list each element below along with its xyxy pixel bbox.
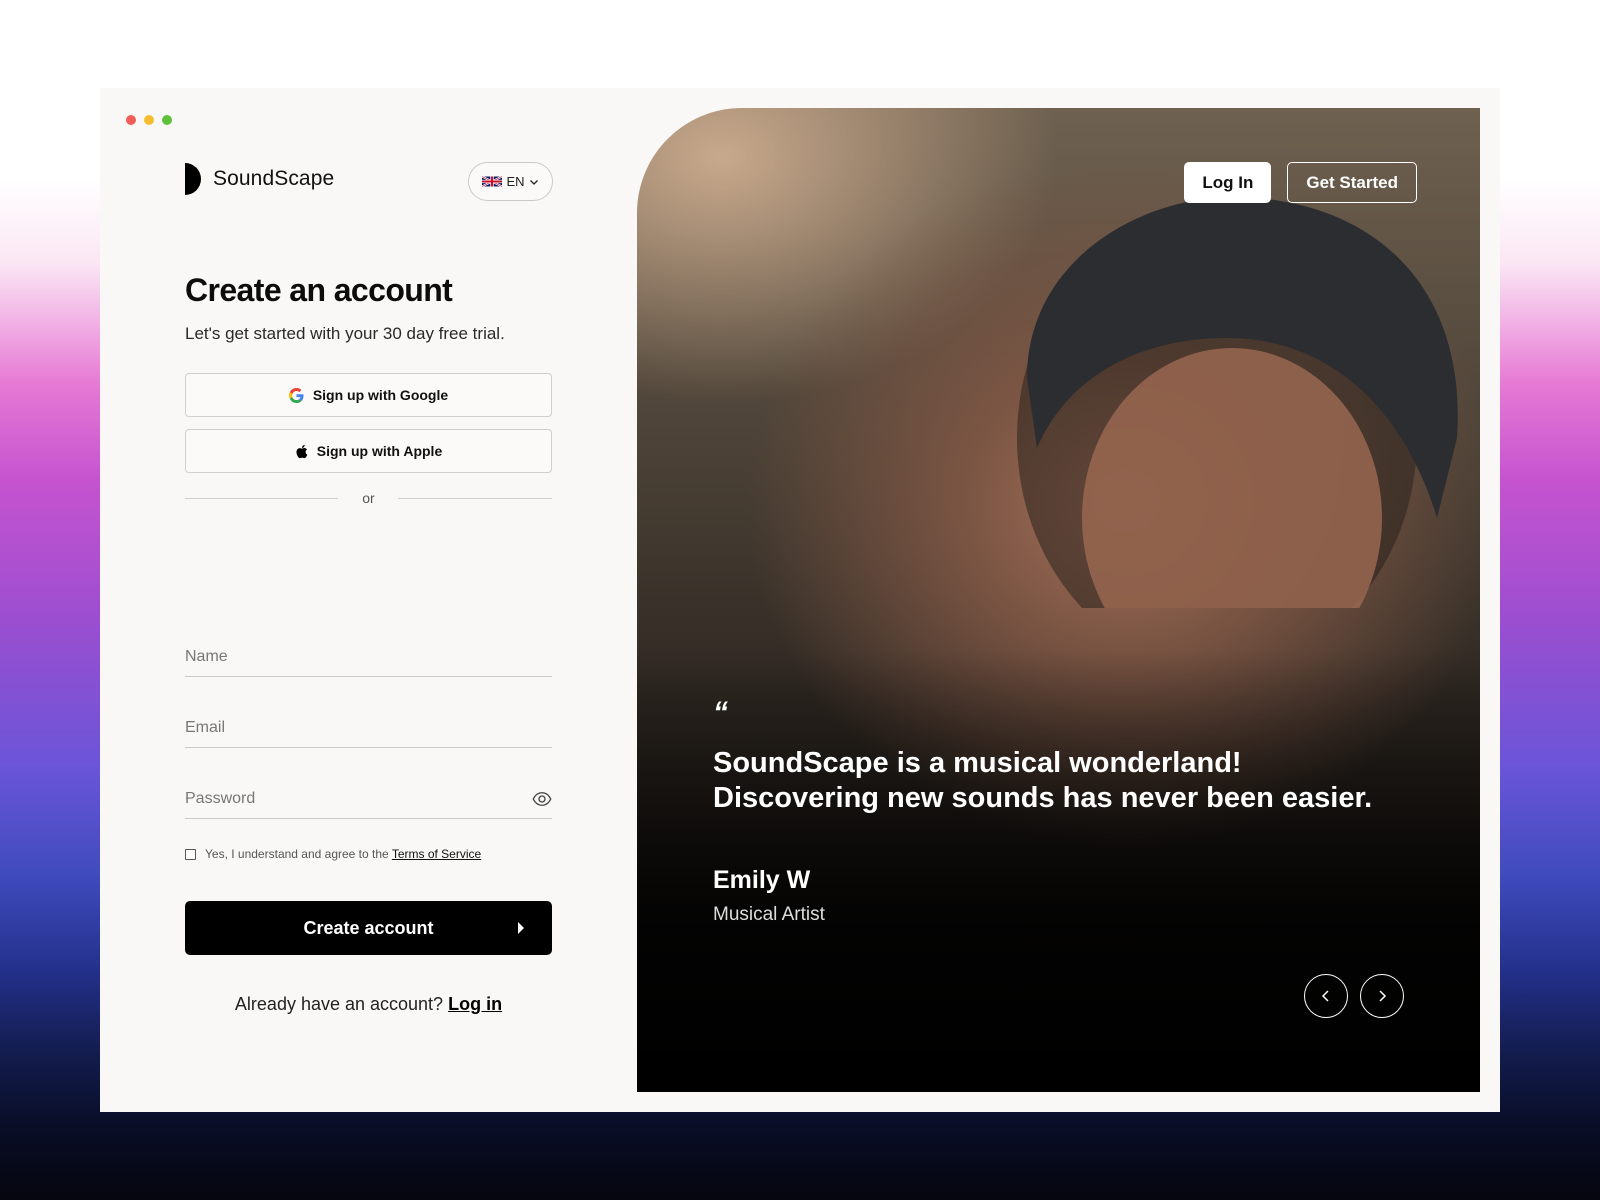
brand-logo[interactable]: SoundScape <box>185 163 334 195</box>
name-field[interactable] <box>185 637 552 676</box>
previous-testimonial-button[interactable] <box>1304 974 1348 1018</box>
hero-header-actions: Log In Get Started <box>1184 162 1417 203</box>
google-signup-button[interactable]: Sign up with Google <box>185 373 552 417</box>
testimonial-hero: Log In Get Started “ SoundScape is a mus… <box>637 108 1480 1092</box>
play-arrow-icon <box>518 922 524 934</box>
apple-icon <box>296 444 308 458</box>
or-divider: or <box>185 488 552 508</box>
chevron-down-icon <box>529 179 538 185</box>
maximize-window-dot[interactable] <box>162 115 172 125</box>
terms-text: Yes, I understand and agree to the <box>205 847 389 861</box>
hero-photo-illustration <box>1017 197 1458 608</box>
quote-mark-icon: “ <box>713 696 728 729</box>
terms-of-service-link[interactable]: Terms of Service <box>392 847 481 861</box>
terms-agreement: Yes, I understand and agree to the Terms… <box>185 847 481 861</box>
language-code: EN <box>506 174 525 189</box>
testimonial-quote: SoundScape is a musical wonderland! Disc… <box>713 747 1373 814</box>
page-title: Create an account <box>185 272 453 308</box>
get-started-button[interactable]: Get Started <box>1287 162 1417 203</box>
apple-signup-label: Sign up with Apple <box>316 443 443 459</box>
eye-icon[interactable] <box>532 789 552 809</box>
create-account-label: Create account <box>303 917 434 938</box>
next-testimonial-button[interactable] <box>1360 974 1404 1018</box>
testimonial-role: Musical Artist <box>713 904 825 925</box>
half-circle-logo-icon <box>185 163 201 195</box>
language-selector[interactable]: EN <box>468 162 553 201</box>
create-account-button[interactable]: Create account <box>185 901 552 955</box>
uk-flag-icon <box>482 176 503 187</box>
login-prompt-text: Already have an account? <box>234 994 444 1014</box>
login-prompt: Already have an account? Log in <box>185 994 552 1015</box>
minimize-window-dot[interactable] <box>144 115 154 125</box>
terms-checkbox[interactable] <box>185 848 196 860</box>
window-controls <box>126 115 172 125</box>
log-in-button[interactable]: Log In <box>1184 162 1272 203</box>
close-window-dot[interactable] <box>126 115 136 125</box>
name-field-wrapper <box>185 637 552 677</box>
password-field[interactable] <box>185 779 552 818</box>
signup-panel: SoundScape EN Create an account Let's ge… <box>185 88 553 1112</box>
apple-signup-button[interactable]: Sign up with Apple <box>185 429 552 473</box>
testimonial-author: Emily W <box>713 866 811 894</box>
divider-line-right <box>398 498 552 499</box>
chevron-right-icon <box>1379 990 1387 1002</box>
chevron-left-icon <box>1321 990 1329 1002</box>
google-icon <box>288 387 304 403</box>
page-subtitle: Let's get started with your 30 day free … <box>185 324 505 343</box>
app-window: SoundScape EN Create an account Let's ge… <box>100 88 1500 1112</box>
email-field[interactable] <box>185 708 552 747</box>
brand-name: SoundScape <box>213 167 335 190</box>
email-field-wrapper <box>185 708 552 748</box>
password-field-wrapper <box>185 779 552 819</box>
login-link[interactable]: Log in <box>448 994 502 1014</box>
google-signup-label: Sign up with Google <box>312 387 449 403</box>
